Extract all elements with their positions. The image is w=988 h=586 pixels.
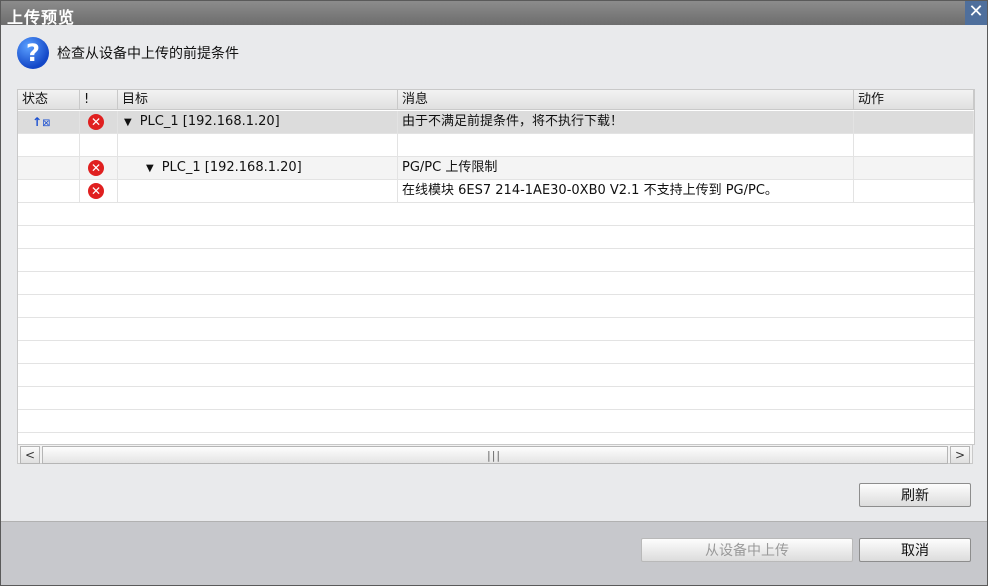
target-text: PLC_1 [192.168.1.20] bbox=[139, 114, 280, 129]
empty-row bbox=[18, 249, 974, 272]
target-text: PLC_1 [192.168.1.20] bbox=[161, 160, 302, 175]
empty-row bbox=[18, 387, 974, 410]
column-status[interactable]: 状态 bbox=[18, 90, 80, 110]
action-cell[interactable] bbox=[854, 111, 974, 133]
target-cell: ▼ PLC_1 [192.168.1.20] bbox=[118, 157, 398, 179]
scroll-right-button[interactable]: > bbox=[950, 446, 970, 464]
target-cell: ▼ PLC_1 [192.168.1.20] bbox=[118, 111, 398, 133]
close-button[interactable]: ✕ bbox=[965, 1, 987, 25]
message-cell: PG/PC 上传限制 bbox=[398, 157, 854, 179]
question-mark-icon: ? bbox=[17, 37, 49, 69]
empty-row bbox=[18, 364, 974, 387]
preview-table: 状态 ! 目标 消息 动作 ↑⊠ ✕ ▼ PLC_1 [192.168.1.20]… bbox=[17, 89, 975, 445]
status-cell: ↑⊠ bbox=[18, 111, 80, 133]
error-x-icon: ✕ bbox=[88, 114, 104, 130]
window-title: 上传预览 bbox=[7, 8, 76, 27]
empty-row bbox=[18, 341, 974, 364]
table-row[interactable]: ↑⊠ ✕ ▼ PLC_1 [192.168.1.20] 由于不满足前提条件，将不执… bbox=[18, 111, 974, 134]
status-cell bbox=[18, 134, 80, 156]
dialog-footer: 从设备中上传 取消 bbox=[1, 521, 987, 585]
upload-status-icon: ↑ bbox=[32, 115, 43, 129]
header-text: 检查从设备中上传的前提条件 bbox=[57, 46, 239, 62]
target-cell bbox=[118, 180, 398, 202]
error-cell bbox=[80, 134, 118, 156]
status-cell bbox=[18, 180, 80, 202]
scroll-left-button[interactable]: < bbox=[20, 446, 40, 464]
horizontal-scrollbar[interactable]: < ||| > bbox=[17, 444, 973, 464]
empty-row bbox=[18, 226, 974, 249]
upload-from-device-button[interactable]: 从设备中上传 bbox=[641, 538, 853, 562]
column-action[interactable]: 动作 bbox=[854, 90, 974, 110]
empty-row bbox=[18, 295, 974, 318]
triangle-down-icon[interactable]: ▼ bbox=[146, 158, 154, 179]
table-row[interactable]: ✕ ▼ PLC_1 [192.168.1.20] PG/PC 上传限制 bbox=[18, 157, 974, 180]
header-row: ? 检查从设备中上传的前提条件 bbox=[17, 35, 239, 71]
error-cell: ✕ bbox=[80, 157, 118, 179]
empty-row bbox=[18, 318, 974, 341]
column-target[interactable]: 目标 bbox=[118, 90, 398, 110]
column-message[interactable]: 消息 bbox=[398, 90, 854, 110]
cancel-button[interactable]: 取消 bbox=[859, 538, 971, 562]
empty-row bbox=[18, 203, 974, 226]
refresh-button[interactable]: 刷新 bbox=[859, 483, 971, 507]
message-cell: 在线模块 6ES7 214-1AE30-0XB0 V2.1 不支持上传到 PG/… bbox=[398, 180, 854, 202]
error-cell: ✕ bbox=[80, 111, 118, 133]
action-cell[interactable] bbox=[854, 180, 974, 202]
error-cell: ✕ bbox=[80, 180, 118, 202]
scroll-thumb[interactable]: ||| bbox=[42, 446, 948, 464]
status-cell bbox=[18, 157, 80, 179]
upload-preview-dialog: 上传预览 ✕ ? 检查从设备中上传的前提条件 状态 ! 目标 消息 动作 ↑⊠ … bbox=[0, 0, 988, 586]
error-x-icon: ✕ bbox=[88, 183, 104, 199]
message-cell: 由于不满足前提条件，将不执行下载！ bbox=[398, 111, 854, 133]
message-cell bbox=[398, 134, 854, 156]
error-x-icon: ✕ bbox=[88, 160, 104, 176]
action-cell[interactable] bbox=[854, 134, 974, 156]
scroll-grip-icon: ||| bbox=[487, 449, 502, 462]
table-row[interactable]: ✕ 在线模块 6ES7 214-1AE30-0XB0 V2.1 不支持上传到 P… bbox=[18, 180, 974, 203]
target-cell bbox=[118, 134, 398, 156]
column-exclamation[interactable]: ! bbox=[80, 90, 118, 110]
title-bar: 上传预览 ✕ bbox=[1, 1, 987, 27]
triangle-down-icon[interactable]: ▼ bbox=[124, 112, 132, 133]
empty-row bbox=[18, 410, 974, 433]
action-cell[interactable] bbox=[854, 157, 974, 179]
empty-row bbox=[18, 272, 974, 295]
table-row[interactable] bbox=[18, 134, 974, 157]
